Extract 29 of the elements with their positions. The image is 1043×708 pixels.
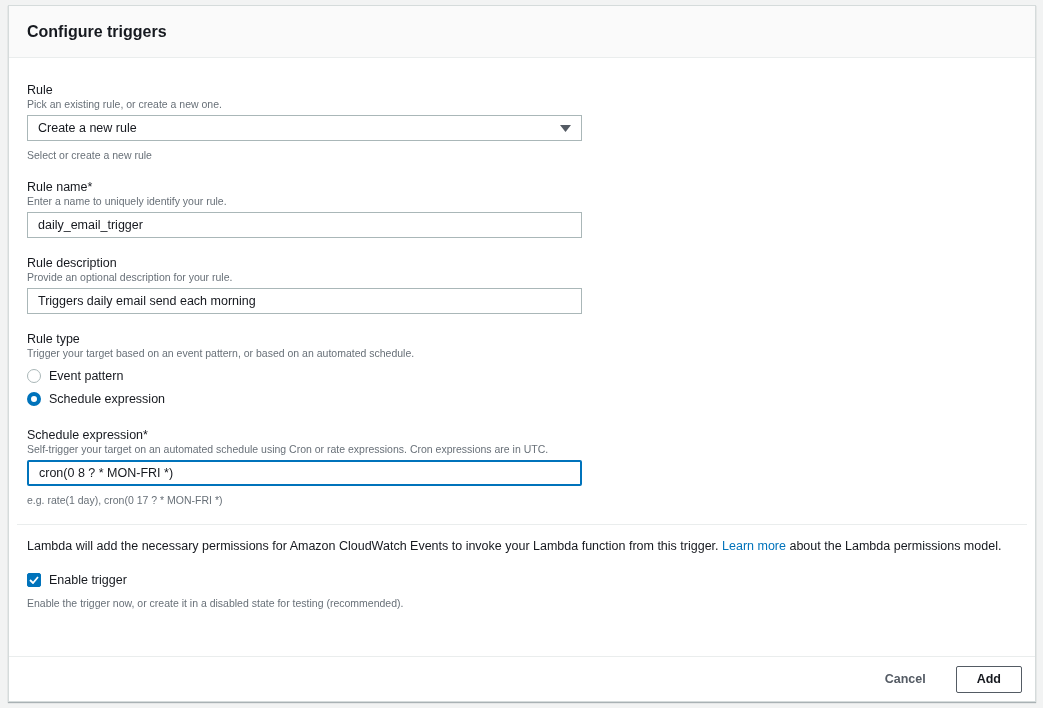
learn-more-link[interactable]: Learn more bbox=[722, 539, 786, 553]
cancel-button[interactable]: Cancel bbox=[874, 665, 936, 693]
checkbox-hint: Enable the trigger now, or create it in a disabled state for testing (recommended). bbox=[27, 597, 405, 610]
rule-dropdown[interactable]: Create a new rule bbox=[27, 115, 582, 141]
field-hint: e.g. rate(1 day), cron(0 17 ? * MON-FRI *) bbox=[27, 494, 224, 507]
input-field[interactable]: Triggers daily email send each morning bbox=[27, 288, 582, 314]
field-hint: Select or create a new rule bbox=[27, 149, 153, 162]
field-label: Schedule expression* bbox=[27, 427, 149, 443]
panel-title: Configure triggers bbox=[27, 22, 167, 41]
field-label: Rule bbox=[27, 82, 54, 98]
field-description: Self-trigger your target on an automated schedule using Cron or rate expressions. Cron expressions are in UTC. bbox=[27, 443, 550, 456]
add-button[interactable]: Add bbox=[955, 665, 1022, 693]
input-field[interactable]: cron(0 8 ? * MON-FRI *) bbox=[27, 460, 582, 486]
permissions-note: Lambda will add the necessary permissions for Amazon CloudWatch Events to invoke your Lambda function from this trigger. Learn more about the Lambda permissions model. bbox=[27, 538, 1003, 555]
checkbox-label: Enable trigger bbox=[49, 573, 127, 587]
field-description: Trigger your target based on an event pattern, or based on an automated schedule. bbox=[27, 347, 416, 360]
field-description: Enter a name to uniquely identify your rule. bbox=[27, 195, 228, 208]
field-description: Provide an optional description for your rule. bbox=[27, 271, 234, 284]
field-label: Rule name* bbox=[27, 179, 94, 195]
field-description: Pick an existing rule, or create a new one. bbox=[27, 98, 223, 111]
radio-label: Event pattern bbox=[49, 368, 124, 383]
checkbox[interactable] bbox=[27, 573, 41, 587]
field-label: Rule description bbox=[27, 255, 118, 271]
caret-icon bbox=[560, 124, 571, 132]
radio-button[interactable] bbox=[27, 368, 41, 383]
radio-button[interactable] bbox=[27, 391, 41, 406]
field-label: Rule type bbox=[27, 331, 81, 347]
input-field[interactable]: daily_email_trigger bbox=[27, 212, 582, 238]
radio-label: Schedule expression bbox=[49, 391, 166, 406]
